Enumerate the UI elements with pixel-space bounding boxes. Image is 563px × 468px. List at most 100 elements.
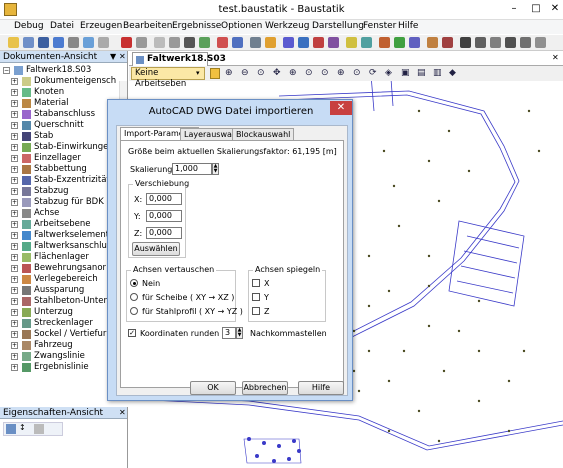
settings-icon[interactable] (265, 37, 276, 48)
support-icon[interactable] (313, 37, 324, 48)
expand-icon[interactable]: + (11, 265, 18, 272)
menu-debug[interactable]: Debug (14, 21, 44, 31)
expand-icon[interactable]: + (11, 210, 18, 217)
expand-icon[interactable]: + (11, 155, 18, 162)
menu-bearbeiten[interactable]: Bearbeiten (123, 21, 172, 31)
sort-az-icon[interactable]: ↕ (19, 423, 26, 432)
mirror-z-checkbox[interactable] (252, 307, 260, 315)
menu-hilfe[interactable]: Hilfe (398, 21, 418, 31)
menu-optionen[interactable]: Optionen (221, 21, 262, 31)
node-icon[interactable] (298, 37, 309, 48)
save-all-icon[interactable] (53, 37, 64, 48)
expand-icon[interactable]: + (11, 221, 18, 228)
expand-icon[interactable]: + (11, 254, 18, 261)
expand-icon[interactable]: + (11, 144, 18, 151)
table-icon[interactable] (394, 37, 405, 48)
round-coordinates-checkbox[interactable]: ✓ (128, 329, 136, 337)
swap-stahlprofil-radio[interactable] (130, 307, 138, 315)
round-digits-input[interactable]: 3 (222, 327, 236, 339)
expand-icon[interactable]: + (11, 133, 18, 140)
expand-icon[interactable]: + (11, 298, 18, 305)
pointer-tool-icon[interactable] (210, 68, 220, 79)
collapse-icon[interactable]: − (3, 67, 10, 74)
menu-darstellung[interactable]: Darstellung (312, 21, 364, 31)
property-pages-icon[interactable] (34, 424, 44, 434)
zoom-all-icon[interactable]: ⊕ (289, 68, 297, 78)
close-window-button[interactable]: ✕ (546, 2, 563, 16)
expand-icon[interactable]: + (11, 364, 18, 371)
expand-icon[interactable]: + (11, 111, 18, 118)
help-button[interactable]: Hilfe (298, 381, 344, 395)
document-tab[interactable]: Faltwerk18.S03 (132, 52, 226, 66)
x-input[interactable]: 0,000 (146, 193, 182, 205)
tree-item[interactable]: + Knoten (11, 87, 127, 98)
filter-icon[interactable] (442, 37, 453, 48)
pan-icon[interactable]: ✥ (273, 68, 281, 78)
zoom-extent-icon[interactable]: ⊙ (353, 68, 361, 78)
expand-icon[interactable]: + (11, 166, 18, 173)
save-icon[interactable] (38, 37, 49, 48)
tool-d-icon[interactable] (505, 37, 516, 48)
expand-icon[interactable]: + (11, 188, 18, 195)
expand-icon[interactable]: + (11, 309, 18, 316)
scale-input[interactable]: 1,000 (172, 163, 212, 175)
scale-spinner[interactable]: ▲ ▼ (212, 163, 219, 175)
zoom-next-icon[interactable]: ⊙ (321, 68, 329, 78)
expand-icon[interactable]: + (11, 89, 18, 96)
expand-icon[interactable]: + (11, 331, 18, 338)
menu-ergebnisse[interactable]: Ergebnisse (172, 21, 221, 31)
tree-root[interactable]: − Faltwerk18.S03 (3, 65, 127, 76)
expand-icon[interactable]: + (11, 320, 18, 327)
mirror-y-checkbox[interactable] (252, 293, 260, 301)
menu-werkzeug[interactable]: Werkzeug (265, 21, 310, 31)
view-front-icon[interactable]: ▤ (417, 68, 426, 78)
maximize-button[interactable]: □ (527, 2, 545, 16)
redo-icon[interactable] (232, 37, 243, 48)
tool-f-icon[interactable] (535, 37, 546, 48)
pdf-icon[interactable] (121, 37, 132, 48)
mirror-x-checkbox[interactable] (252, 279, 260, 287)
page-setup-icon[interactable] (98, 37, 109, 48)
tool-c-icon[interactable] (490, 37, 501, 48)
menu-fenster[interactable]: Fenster (363, 21, 396, 31)
expand-icon[interactable]: + (11, 177, 18, 184)
zoom-fit-icon[interactable]: ⊕ (337, 68, 345, 78)
report-icon[interactable] (409, 37, 420, 48)
view-icon[interactable] (283, 37, 294, 48)
paste-icon[interactable] (199, 37, 210, 48)
expand-icon[interactable]: + (11, 287, 18, 294)
expand-icon[interactable]: + (11, 353, 18, 360)
result-icon[interactable] (361, 37, 372, 48)
zoom-out-icon[interactable]: ⊖ (241, 68, 249, 78)
open-icon[interactable] (23, 37, 34, 48)
cut-icon[interactable] (154, 37, 165, 48)
expand-icon[interactable]: + (11, 276, 18, 283)
load-icon[interactable] (328, 37, 339, 48)
ok-button[interactable]: OK (190, 381, 236, 395)
view-side-icon[interactable]: ▥ (433, 68, 442, 78)
minimize-button[interactable]: – (505, 2, 523, 16)
calc-icon[interactable] (346, 37, 357, 48)
expand-icon[interactable]: + (11, 78, 18, 85)
expand-icon[interactable]: + (11, 100, 18, 107)
preview-icon[interactable] (83, 37, 94, 48)
rotate-icon[interactable]: ⟳ (369, 68, 377, 78)
tool-e-icon[interactable] (520, 37, 531, 48)
delete-icon[interactable] (184, 37, 195, 48)
swap-scheibe-radio[interactable] (130, 293, 138, 301)
grid-icon[interactable] (250, 37, 261, 48)
z-input[interactable]: 0,000 (146, 227, 182, 239)
tool-a-icon[interactable] (460, 37, 471, 48)
select-button[interactable]: Auswählen (132, 242, 180, 256)
zoom-prev-icon[interactable]: ⊙ (305, 68, 313, 78)
categorized-icon[interactable] (6, 424, 16, 434)
zoom-window-icon[interactable]: ⊙ (257, 68, 265, 78)
expand-icon[interactable]: + (11, 232, 18, 239)
expand-icon[interactable]: + (11, 199, 18, 206)
pin-icon[interactable]: ▼ (110, 52, 116, 61)
y-input[interactable]: 0,000 (146, 210, 182, 222)
view-iso-icon[interactable]: ◆ (449, 68, 456, 78)
dialog-close-button[interactable]: ✕ (330, 101, 352, 115)
menu-erzeugen[interactable]: Erzeugen (80, 21, 122, 31)
undo-icon[interactable] (217, 37, 228, 48)
